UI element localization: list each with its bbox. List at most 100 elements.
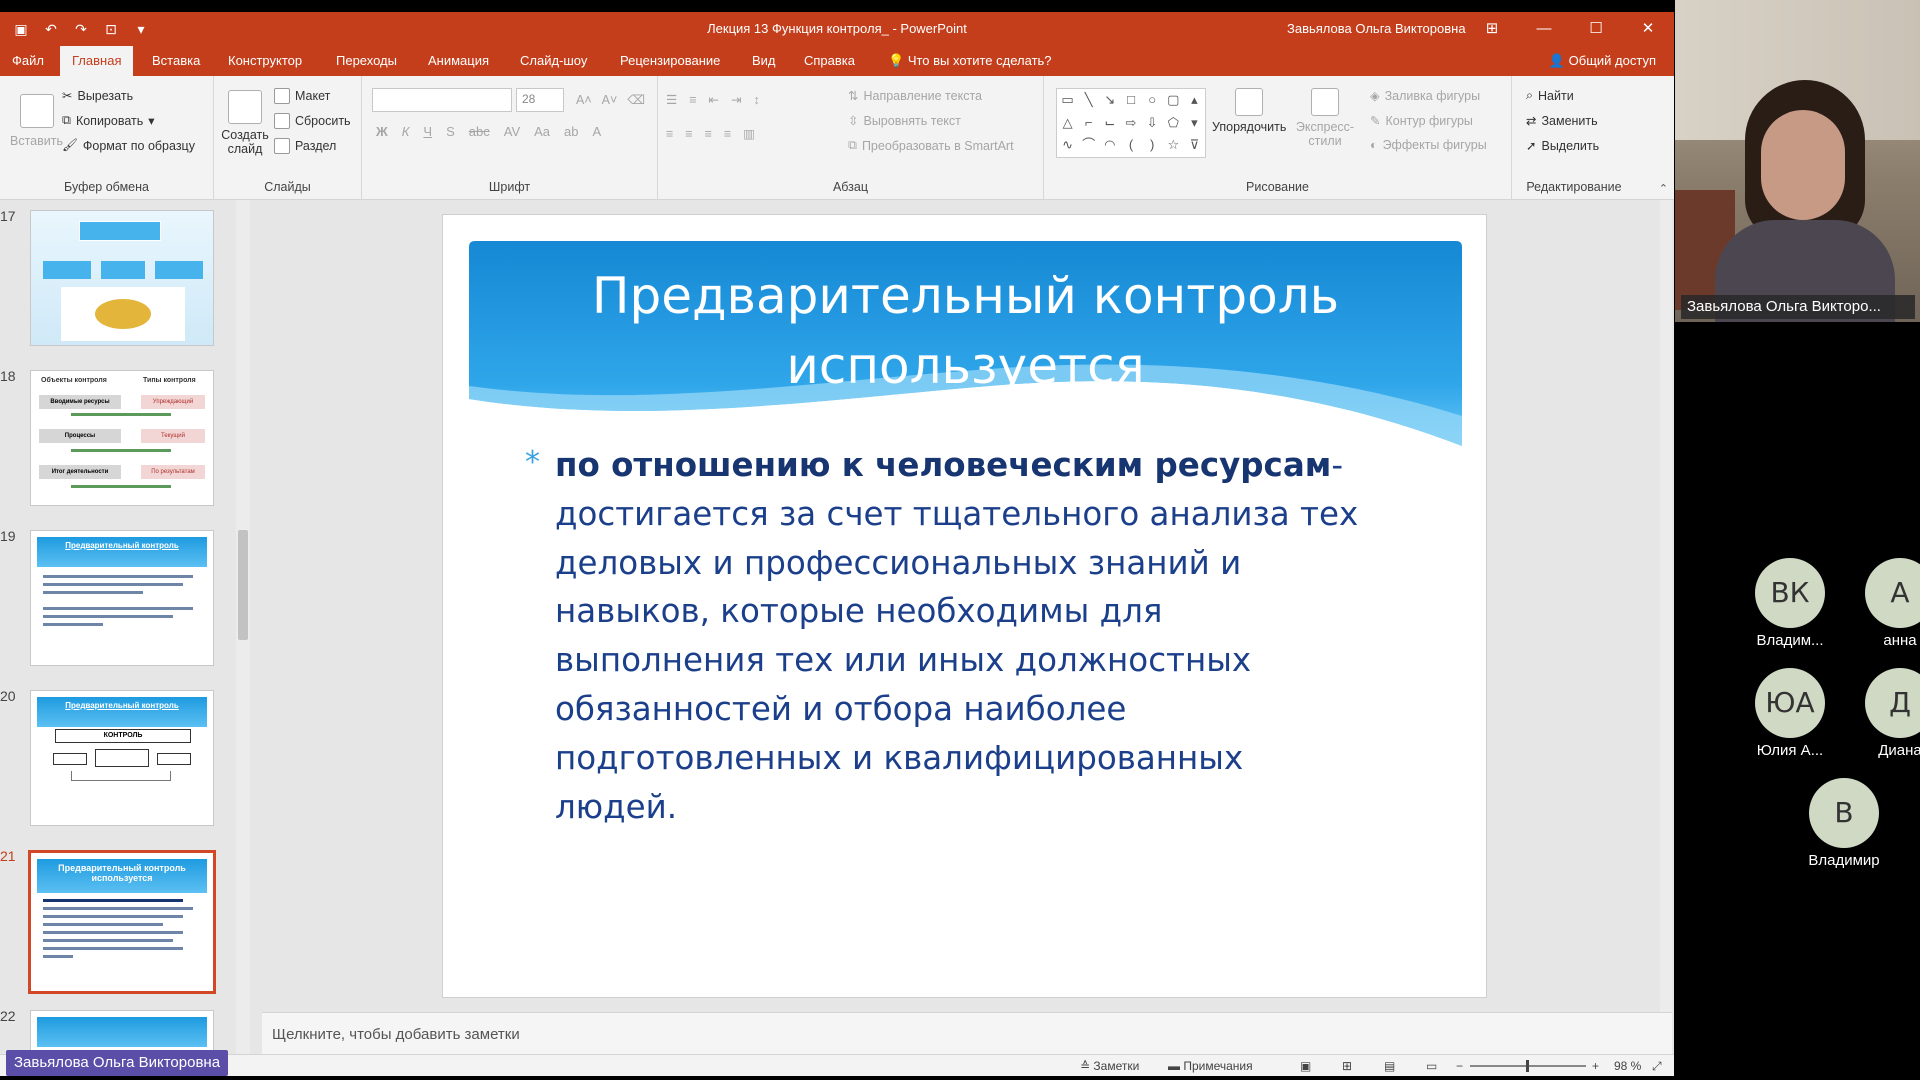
star-shape-icon[interactable]: ☆ — [1163, 134, 1184, 157]
signed-in-user[interactable]: Завьялова Ольга Викторовна — [1287, 21, 1466, 36]
current-slide[interactable]: Предварительный контроль используется * … — [442, 214, 1487, 998]
highlight-icon[interactable]: ab — [564, 124, 578, 139]
notes-toggle[interactable]: ≙ Заметки — [1080, 1059, 1139, 1073]
smartart-button[interactable]: ⧉ Преобразовать в SmartArt — [848, 138, 1014, 153]
share-button[interactable]: 👤 Общий доступ — [1549, 46, 1656, 76]
tab-animations[interactable]: Анимация — [416, 46, 501, 76]
line-spacing-icon[interactable]: ↕ — [753, 93, 759, 107]
shape-outline-button[interactable]: ✎ Контур фигуры — [1370, 113, 1473, 129]
bullets-icon[interactable]: ☰ — [666, 92, 677, 107]
tab-slideshow[interactable]: Слайд-шоу — [508, 46, 599, 76]
shrink-font-icon[interactable]: A˅ — [602, 93, 618, 107]
slideshow-view-icon[interactable]: ▭ — [1426, 1059, 1437, 1073]
tell-me-search[interactable]: 💡 Что вы хотите сделать? — [876, 46, 1064, 76]
arc-shape-icon[interactable]: ◠ — [1099, 134, 1120, 157]
copy-button[interactable]: ⧉ Копировать ▾ — [62, 113, 155, 128]
flowchart-shape-icon[interactable]: ⬠ — [1163, 112, 1184, 135]
numbering-icon[interactable]: ≡ — [689, 93, 696, 107]
italic-icon[interactable]: К — [402, 124, 410, 139]
freeform-shape-icon[interactable]: ∿ — [1057, 134, 1078, 157]
rounded-rect-shape-icon[interactable]: ▢ — [1163, 89, 1184, 112]
presenter-video[interactable]: Завьялова Ольга Викторо... — [1675, 0, 1920, 322]
shape-effects-button[interactable]: ◐ Эффекты фигуры — [1370, 138, 1487, 152]
tab-view[interactable]: Вид — [740, 46, 788, 76]
connector-shape-icon[interactable]: ⌐ — [1078, 112, 1099, 135]
align-right-icon[interactable]: ≡ — [705, 127, 712, 141]
arrange-button[interactable]: Упорядочить — [1212, 88, 1286, 134]
reading-view-icon[interactable]: ▤ — [1384, 1059, 1395, 1073]
gallery-expand-icon[interactable]: ⊽ — [1184, 134, 1205, 157]
layout-button[interactable]: Макет — [274, 88, 330, 104]
underline-icon[interactable]: Ч — [423, 124, 432, 139]
bold-icon[interactable]: Ж — [376, 124, 388, 139]
notes-pane[interactable]: Щелкните, чтобы добавить заметки — [262, 1012, 1672, 1054]
brace-shape-icon[interactable]: ( — [1120, 134, 1141, 157]
rectangle-shape-icon[interactable]: □ — [1120, 89, 1141, 112]
align-left-icon[interactable]: ≡ — [666, 127, 673, 141]
case-icon[interactable]: Aa — [534, 124, 550, 139]
participant-tile[interactable]: Д Диана — [1850, 668, 1920, 759]
select-button[interactable]: ➚ Выделить — [1526, 138, 1599, 154]
right-arrow-shape-icon[interactable]: ⇨ — [1120, 112, 1141, 135]
zoom-level[interactable]: 98 % — [1614, 1059, 1641, 1073]
tab-help[interactable]: Справка — [792, 46, 867, 76]
curve-shape-icon[interactable]: ⌒ — [1078, 134, 1099, 157]
cut-button[interactable]: ✂ Вырезать — [62, 88, 133, 104]
tab-insert[interactable]: Вставка — [140, 46, 212, 76]
columns-icon[interactable]: ▥ — [743, 126, 755, 141]
down-arrow-shape-icon[interactable]: ⇩ — [1142, 112, 1163, 135]
gallery-down-icon[interactable]: ▾ — [1184, 112, 1205, 135]
tab-review[interactable]: Рецензирование — [608, 46, 732, 76]
slide-body-text[interactable]: по отношению к человеческим ресурсам- до… — [555, 441, 1375, 831]
slide-title[interactable]: Предварительный контроль используется — [469, 261, 1462, 401]
editor-scrollbar[interactable] — [1660, 200, 1672, 1012]
tab-design[interactable]: Конструктор — [216, 46, 314, 76]
find-button[interactable]: ⌕ Найти — [1526, 88, 1574, 103]
justify-icon[interactable]: ≡ — [724, 127, 731, 141]
oval-shape-icon[interactable]: ○ — [1142, 89, 1163, 112]
text-direction-button[interactable]: ⇅ Направление текста — [848, 88, 982, 104]
clear-format-icon[interactable]: ⌫ — [627, 92, 645, 107]
slide-thumbnail-19[interactable]: Предварительный контроль — [30, 530, 214, 666]
slide-thumbnail-17[interactable] — [30, 210, 214, 346]
participant-tile[interactable]: ЮА Юлия А... — [1740, 668, 1840, 759]
comments-toggle[interactable]: ▬ Примечания — [1168, 1059, 1253, 1073]
grow-font-icon[interactable]: A˄ — [576, 93, 592, 107]
tab-home[interactable]: Главная — [60, 46, 134, 76]
participant-tile[interactable]: А анна — [1850, 558, 1920, 649]
minimize-button[interactable]: — — [1518, 12, 1570, 46]
normal-view-icon[interactable]: ▣ — [1300, 1059, 1311, 1073]
triangle-shape-icon[interactable]: △ — [1057, 112, 1078, 135]
gallery-more-icon[interactable]: ▴ — [1184, 89, 1205, 112]
slide-thumbnail-20[interactable]: Предварительный контроль КОНТРОЛЬ — [30, 690, 214, 826]
zoom-in-icon[interactable]: + — [1592, 1059, 1599, 1073]
slide-thumbnail-21[interactable]: Предварительный контроль используется — [28, 850, 216, 994]
maximize-button[interactable]: ☐ — [1570, 12, 1622, 46]
font-size-field[interactable]: 28 — [516, 88, 564, 112]
align-center-icon[interactable]: ≡ — [685, 127, 692, 141]
zoom-slider-thumb[interactable] — [1526, 1060, 1529, 1072]
section-button[interactable]: Раздел — [274, 138, 336, 154]
new-slide-button[interactable]: Создать слайд — [220, 90, 270, 156]
scrollbar-thumb[interactable] — [238, 530, 248, 640]
slide-sorter-icon[interactable]: ⊞ — [1342, 1059, 1352, 1073]
align-text-button[interactable]: ⇳ Выровнять текст — [848, 113, 961, 129]
arrow-line-shape-icon[interactable]: ↘ — [1099, 89, 1120, 112]
collapse-ribbon-icon[interactable]: ⌃ — [1659, 182, 1668, 195]
fit-to-window-icon[interactable]: ⤢ — [1652, 1059, 1662, 1074]
tab-transitions[interactable]: Переходы — [324, 46, 409, 76]
participant-tile[interactable]: ВК Владим... — [1740, 558, 1840, 649]
font-name-field[interactable] — [372, 88, 512, 112]
reset-button[interactable]: Сбросить — [274, 113, 351, 129]
ribbon-display-options-icon[interactable]: ⊞ — [1466, 12, 1518, 46]
line-shape-icon[interactable]: ╲ — [1078, 89, 1099, 112]
tab-file[interactable]: Файл — [0, 46, 56, 76]
increase-indent-icon[interactable]: ⇥ — [731, 92, 741, 107]
close-button[interactable]: ✕ — [1622, 12, 1674, 46]
textbox-shape-icon[interactable]: ▭ — [1057, 89, 1078, 112]
elbow-shape-icon[interactable]: ⌙ — [1099, 112, 1120, 135]
participant-tile[interactable]: В Владимир — [1794, 778, 1894, 869]
thumbnail-scrollbar[interactable] — [236, 200, 250, 1060]
paste-button[interactable]: Вставить — [10, 94, 63, 148]
font-color-icon[interactable]: A — [593, 124, 602, 139]
